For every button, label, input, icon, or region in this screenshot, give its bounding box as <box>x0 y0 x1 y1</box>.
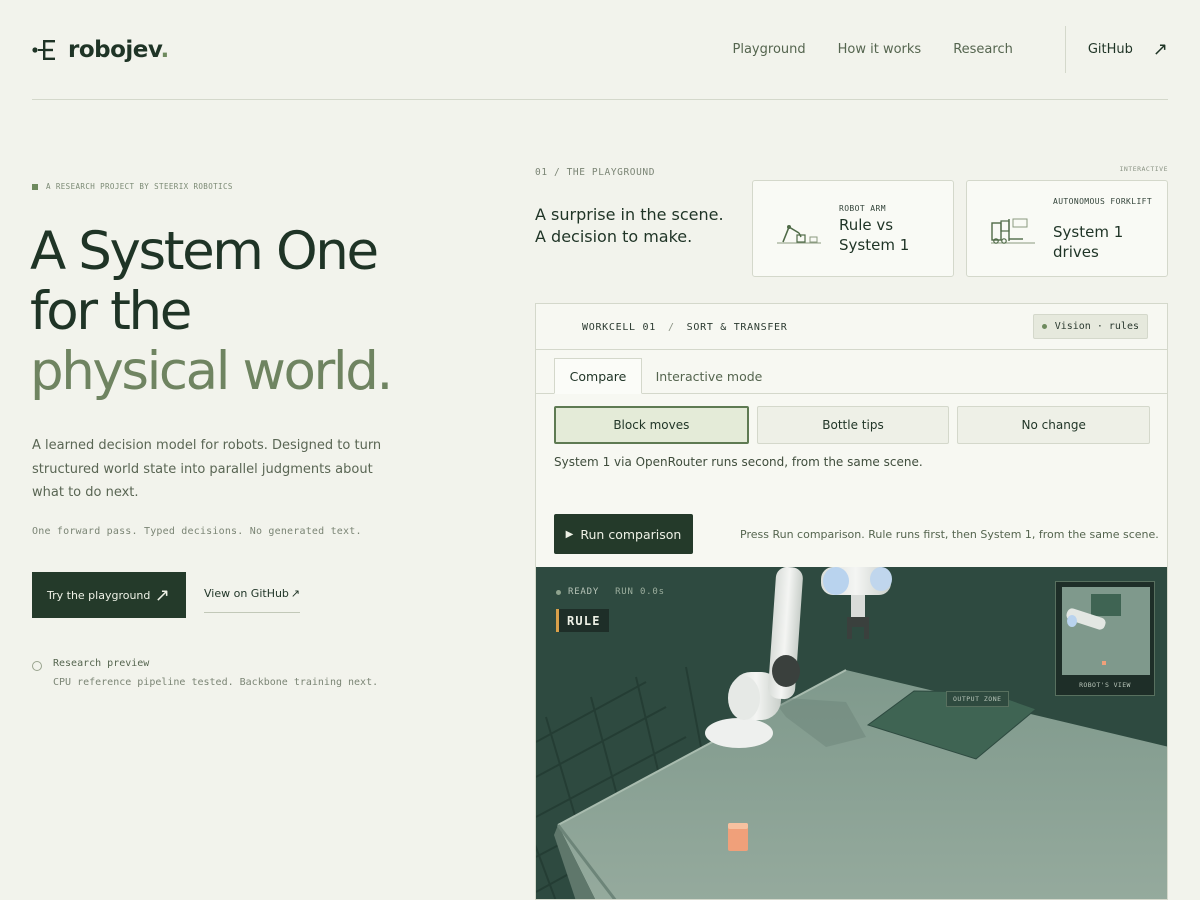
play-icon: ▶ <box>565 528 574 540</box>
status-dot-icon <box>556 589 561 595</box>
tab-compare[interactable]: Compare <box>554 358 642 394</box>
run-comparison-label: Run comparison <box>580 526 682 542</box>
hero-title: A System One for the physical world. <box>30 221 393 402</box>
run-time-readout: RUN 0.0s <box>615 587 665 597</box>
hero-title-accent: physical world. <box>30 341 393 402</box>
nav-playground[interactable]: Playground <box>733 42 806 57</box>
hero-title-line-2: for the <box>30 281 192 342</box>
scenario-choices: Block moves Bottle tips No change <box>554 406 1151 444</box>
hero-description: A learned decision model for robots. Des… <box>32 438 382 500</box>
simulation-viewport[interactable]: READY RUN 0.0s RULE OUTPUT ZONE ROBOT'S … <box>536 567 1167 899</box>
card-kicker: AUTONOMOUS FORKLIFT <box>1053 197 1153 206</box>
run-area: ▶ Run comparison Press Run comparison. R… <box>536 504 1167 567</box>
tagline-line-1: A surprise in the scene. <box>535 205 724 224</box>
forklift-card[interactable]: AUTONOMOUS FORKLIFT System 1 drives <box>966 180 1168 277</box>
playground-tagline: A surprise in the scene. A decision to m… <box>535 204 724 248</box>
card-kicker: ROBOT ARM <box>839 204 886 213</box>
choice-block-moves[interactable]: Block moves <box>554 406 749 444</box>
robot-arm-card[interactable]: ROBOT ARM Rule vs System 1 <box>752 180 954 277</box>
eyebrow-text: A RESEARCH PROJECT BY STEERIX ROBOTICS <box>46 182 233 191</box>
robot-view-label: ROBOT'S VIEW <box>1079 681 1131 689</box>
arrow-up-right-icon: ↗ <box>154 584 170 606</box>
mode-tag: RULE <box>556 609 609 632</box>
badge-label: Vision · rules <box>1054 321 1139 332</box>
robot-arm-icon <box>777 225 821 244</box>
workcell-id: WORKCELL 01 <box>582 322 656 333</box>
workcell-breadcrumb: WORKCELL 01/SORT & TRANSFER <box>582 322 788 333</box>
nav-divider <box>1064 26 1066 73</box>
workcell-panel: WORKCELL 01/SORT & TRANSFER Vision · rul… <box>535 303 1168 900</box>
view-github-link[interactable]: View on GitHub ↗ <box>204 582 300 613</box>
robot-view-render <box>1062 587 1150 675</box>
external-arrow-icon: ↗ <box>1152 39 1168 60</box>
workcell-note: System 1 via OpenRouter runs second, fro… <box>554 455 923 469</box>
tab-interactive-mode[interactable]: Interactive mode <box>654 358 764 394</box>
run-comparison-button[interactable]: ▶ Run comparison <box>554 514 693 554</box>
choice-no-change[interactable]: No change <box>957 406 1151 444</box>
nav-research[interactable]: Research <box>953 42 1013 57</box>
scene-status: READY RUN 0.0s <box>556 587 665 597</box>
arrow-up-right-icon: ↗ <box>290 587 300 600</box>
tagline-line-2: A decision to make. <box>535 227 693 246</box>
nav-how-it-works[interactable]: How it works <box>838 42 922 57</box>
mode-badge: Vision · rules <box>1032 314 1148 339</box>
run-hint: Press Run comparison. Rule runs first, t… <box>740 528 1159 541</box>
try-playground-label: Try the playground <box>47 588 151 602</box>
badge-dot-icon <box>1041 324 1047 329</box>
status-circle-icon <box>32 661 42 671</box>
nav-github-label: GitHub <box>1087 42 1133 57</box>
workcell-header: WORKCELL 01/SORT & TRANSFER Vision · rul… <box>536 304 1167 350</box>
site-header: robojev. Playground How it works Researc… <box>32 0 1168 100</box>
interactive-tag: INTERACTIVE <box>1119 165 1168 173</box>
main-nav: Playground How it works Research GitHub … <box>701 26 1168 73</box>
preview-note: CPU reference pipeline tested. Backbone … <box>53 677 379 688</box>
output-zone-label: OUTPUT ZONE <box>946 691 1009 707</box>
hero-eyebrow: A RESEARCH PROJECT BY STEERIX ROBOTICS <box>32 182 233 191</box>
eyebrow-square-icon <box>32 183 38 190</box>
brand-logo[interactable]: robojev. <box>32 36 169 64</box>
try-playground-button[interactable]: Try the playground ↗ <box>32 572 186 618</box>
choice-bottle-tips[interactable]: Bottle tips <box>756 406 950 444</box>
card-title: Rule vs System 1 <box>839 216 910 254</box>
card-title: System 1 drives <box>1053 223 1124 261</box>
nav-github-link[interactable]: GitHub ↗ <box>1088 39 1168 60</box>
forklift-icon <box>991 218 1035 244</box>
preview-title: Research preview <box>53 658 150 669</box>
brand-name: robojev. <box>68 37 169 63</box>
workcell-tabs: Compare Interactive mode <box>536 350 1167 394</box>
playground-section-label: 01 / THE PLAYGROUND <box>535 167 656 178</box>
hero-mono-note: One forward pass. Typed decisions. No ge… <box>32 526 362 537</box>
workcell-task: SORT & TRANSFER <box>686 322 788 333</box>
status-label: READY <box>568 587 600 597</box>
view-github-label: View on GitHub <box>204 587 289 600</box>
hero-title-line-1: A System One <box>30 221 379 282</box>
logo-mark-icon <box>32 40 55 60</box>
robot-view-minimap: ROBOT'S VIEW <box>1055 581 1155 696</box>
